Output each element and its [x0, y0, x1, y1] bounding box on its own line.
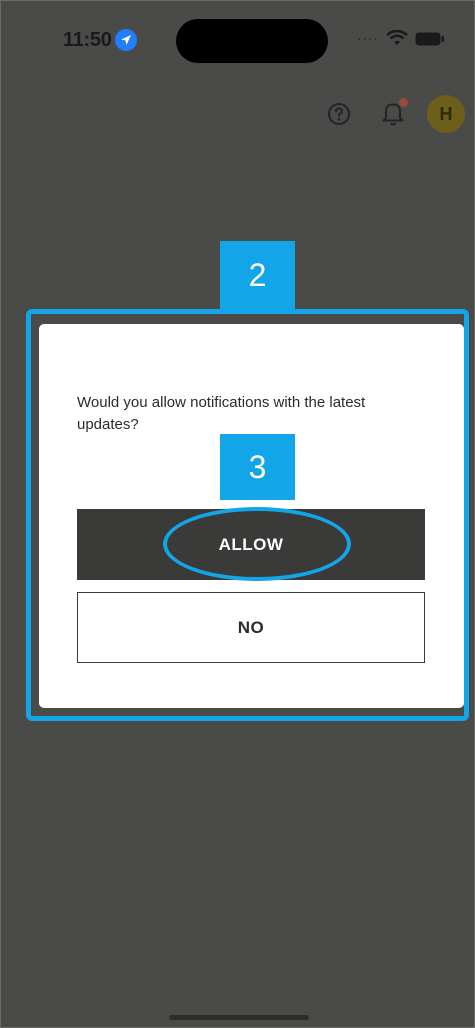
no-button-label: NO — [237, 617, 265, 637]
wifi-icon — [386, 29, 408, 51]
step-marker-2-label: 2 — [248, 257, 267, 293]
avatar[interactable]: H — [427, 95, 465, 133]
step-marker-2: 2 — [220, 241, 295, 310]
avatar-initial: H — [439, 103, 453, 124]
signal-dots-icon: .... — [357, 27, 379, 44]
location-arrow-icon — [115, 29, 137, 51]
battery-icon — [415, 32, 445, 51]
dynamic-island — [176, 19, 328, 63]
phone-screen: 11:50 .... H 2 Would you allow notificat… — [0, 0, 475, 1028]
notification-permission-dialog: Would you allow notifications with the l… — [39, 324, 464, 708]
allow-button-label: ALLOW — [218, 534, 284, 554]
status-time: 11:50 — [63, 29, 112, 51]
home-indicator[interactable] — [169, 1015, 309, 1020]
dialog-message: Would you allow notifications with the l… — [77, 394, 366, 433]
notification-dot — [399, 98, 408, 107]
no-button[interactable]: NO — [77, 592, 425, 663]
step-marker-3-label: 3 — [248, 448, 267, 485]
allow-button[interactable]: ALLOW — [77, 509, 425, 580]
step-marker-3: 3 — [220, 434, 295, 500]
question-circle-icon[interactable] — [327, 102, 351, 131]
